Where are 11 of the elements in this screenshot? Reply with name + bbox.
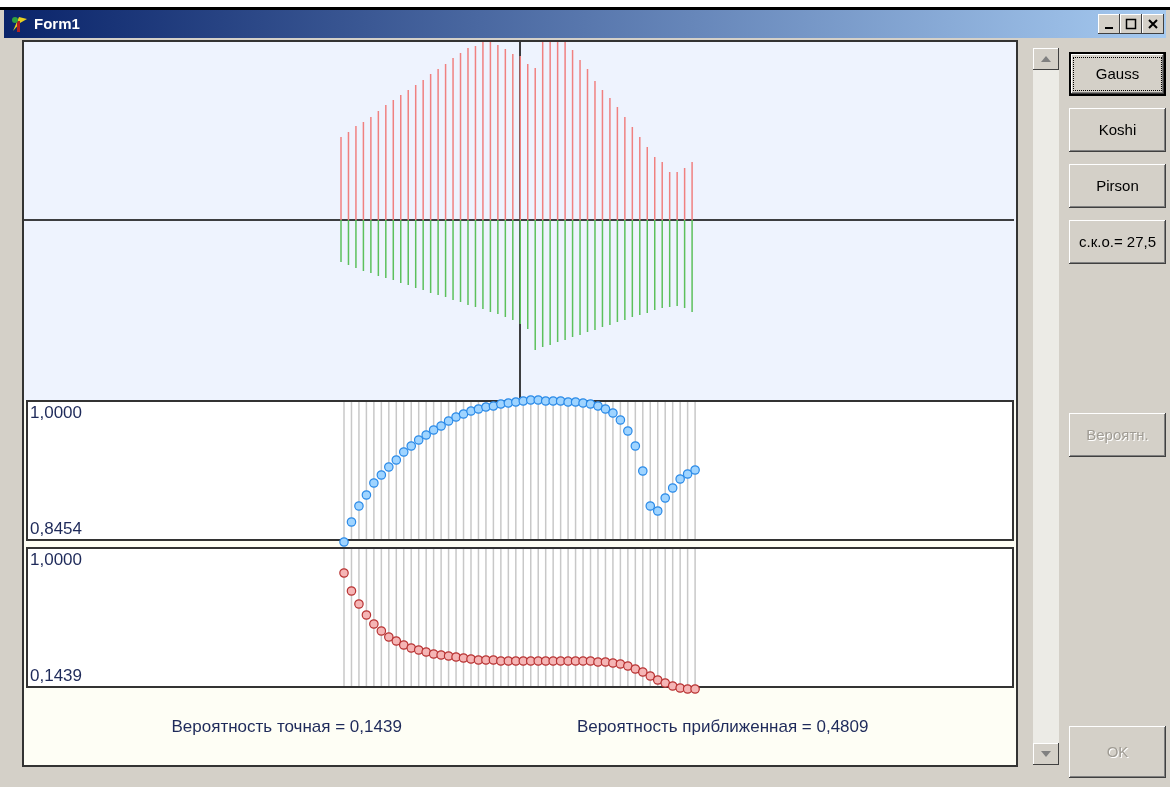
axis-max-label: 1,0000: [30, 551, 82, 568]
probability-text: Вероятность приближенная = 0,4809: [576, 715, 869, 738]
axis-min-label: 0,1439: [30, 667, 82, 684]
probability-text: Вероятность точная = 0,1439: [171, 715, 402, 738]
push-button[interactable]: Koshi: [1069, 108, 1166, 152]
axis-min-label: 0,8454: [30, 520, 82, 537]
axis-max-label: 1,0000: [30, 404, 82, 421]
push-button[interactable]: Gauss: [1069, 52, 1166, 96]
window-title: Form1: [34, 13, 80, 34]
push-button[interactable]: Pirson: [1069, 164, 1166, 208]
push-button[interactable]: с.к.о.= 27,5: [1069, 220, 1166, 264]
